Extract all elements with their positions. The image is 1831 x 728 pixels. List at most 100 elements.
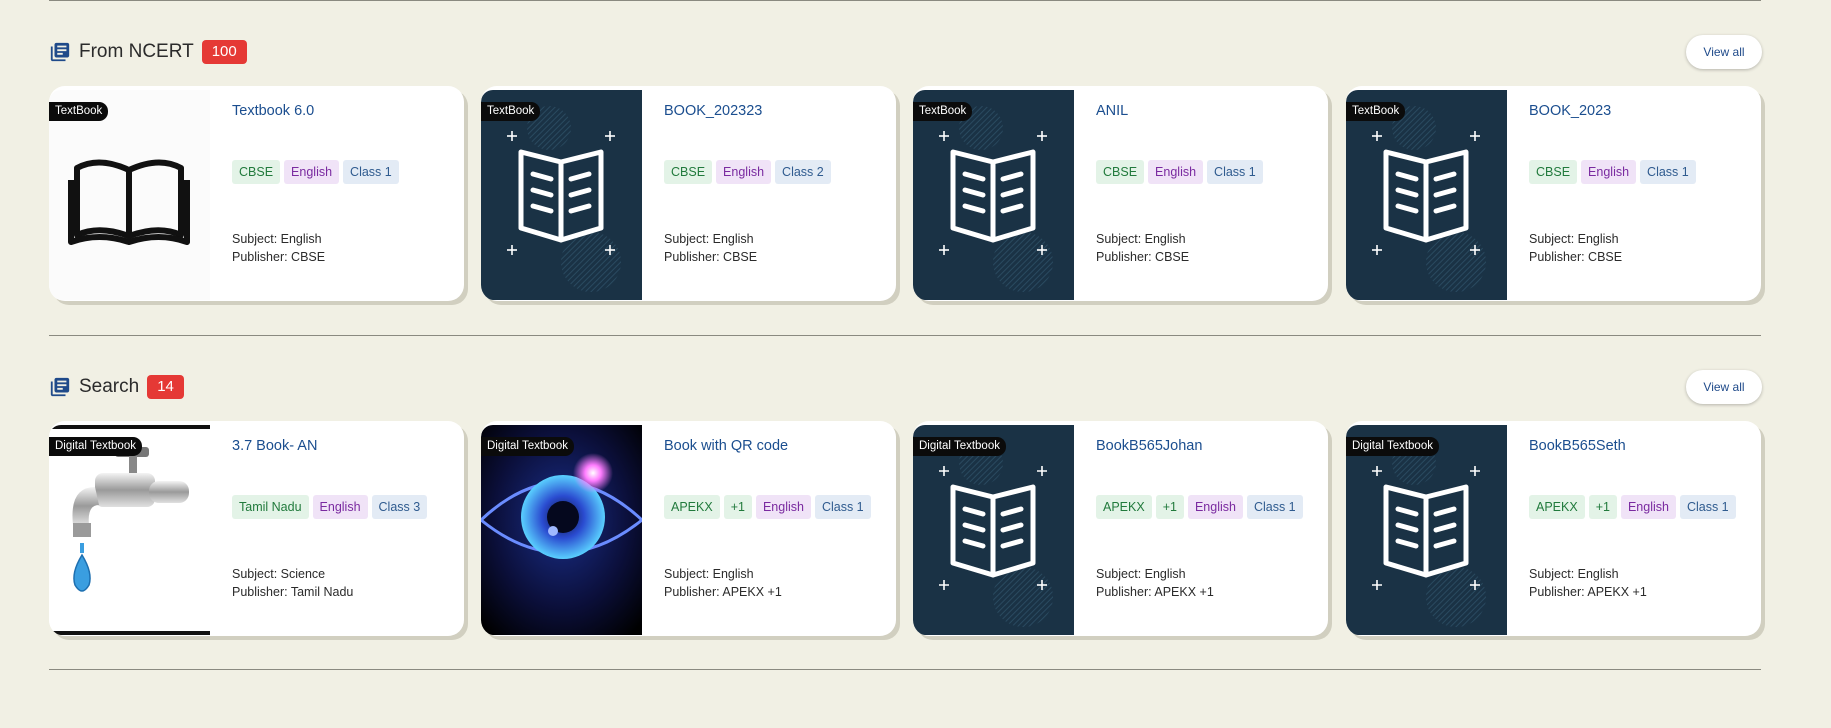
tag-chip: English <box>312 495 368 519</box>
book-title[interactable]: Textbook 6.0 <box>232 103 314 119</box>
tag-chip: Class 2 <box>775 160 831 184</box>
default-book-cover <box>1346 90 1507 300</box>
card-info: BOOK_2023 CBSE English Class 1 Subject: En… <box>1529 86 1751 301</box>
card-info: Book with QR code APEKX +1 English Class 1 … <box>664 421 886 636</box>
publisher-text: Publisher: APEKX +1 <box>1096 585 1214 599</box>
default-book-cover <box>481 90 642 300</box>
content-type-label: TextBook <box>913 102 973 121</box>
tag-chip: CBSE <box>1096 160 1145 184</box>
publisher-text: Publisher: Tamil Nadu <box>232 585 354 599</box>
card-info: Textbook 6.0 CBSE English Class 1 Subject:… <box>232 86 454 301</box>
book-card[interactable]: Digital Textbook BookB565Seth APEKX +1 Eng… <box>1346 421 1761 636</box>
tag-chip: APEKX <box>1096 495 1152 519</box>
book-card[interactable]: Digital Textbook 3.7 Book- AN Tamil Nadu… <box>49 421 464 636</box>
content-type-label: TextBook <box>49 102 109 121</box>
tag-chip: +1 <box>723 495 752 519</box>
subject-text: Subject: English <box>1529 232 1619 246</box>
section-header-search: Search 14 <box>49 370 184 404</box>
subject-text: Subject: Science <box>232 567 326 581</box>
content-type-label: TextBook <box>481 102 541 121</box>
book-card[interactable]: TextBook BOOK_202323 CBSE English Class 2 … <box>481 86 896 301</box>
tag-chip: CBSE <box>664 160 713 184</box>
tag-chip: English <box>755 495 811 519</box>
default-book-cover <box>913 90 1074 300</box>
library-books-icon <box>49 375 73 399</box>
default-book-cover <box>1346 425 1507 635</box>
tag-list: CBSE English Class 1 <box>1529 160 1696 184</box>
tag-list: Tamil Nadu English Class 3 <box>232 495 428 519</box>
tag-chip: English <box>1148 160 1204 184</box>
tag-list: APEKX +1 English Class 1 <box>1529 495 1736 519</box>
section-divider <box>49 0 1761 1</box>
book-card[interactable]: Digital Textbook BookB565Johan APEKX +1 En… <box>913 421 1328 636</box>
book-card[interactable]: Digital Textbook Book with QR code APEKX… <box>481 421 896 636</box>
open-book-photo <box>49 90 210 300</box>
tag-list: CBSE English Class 2 <box>664 160 831 184</box>
content-type-label: Digital Textbook <box>913 437 1006 456</box>
book-title[interactable]: Book with QR code <box>664 438 788 454</box>
book-title[interactable]: BOOK_2023 <box>1529 103 1611 119</box>
tag-chip: Class 3 <box>371 495 428 519</box>
tag-chip: Class 1 <box>814 495 871 519</box>
publisher-text: Publisher: APEKX +1 <box>664 585 782 599</box>
view-all-button[interactable]: View all <box>1686 35 1762 69</box>
card-info: BookB565Johan APEKX +1 English Class 1 Subj… <box>1096 421 1318 636</box>
publisher-text: Publisher: CBSE <box>664 250 758 264</box>
tag-chip: CBSE <box>232 160 281 184</box>
tag-chip: Class 1 <box>1207 160 1263 184</box>
publisher-text: Publisher: CBSE <box>1096 250 1190 264</box>
section-header-ncert: From NCERT 100 <box>49 35 247 69</box>
subject-text: Subject: English <box>1529 567 1619 581</box>
tag-chip: Class 1 <box>1679 495 1736 519</box>
subject-text: Subject: English <box>232 232 322 246</box>
count-badge: 100 <box>201 40 247 64</box>
tag-chip: APEKX <box>664 495 720 519</box>
content-type-label: TextBook <box>1346 102 1406 121</box>
book-card[interactable]: TextBook Textbook 6.0 CBSE English Class 1… <box>49 86 464 301</box>
section-title: Search <box>79 376 140 397</box>
content-type-label: Digital Textbook <box>481 437 574 456</box>
tag-chip: English <box>1620 495 1676 519</box>
tag-chip: Class 1 <box>1246 495 1303 519</box>
card-info: BOOK_202323 CBSE English Class 2 Subject: … <box>664 86 886 301</box>
publisher-text: Publisher: APEKX +1 <box>1529 585 1647 599</box>
tag-chip: Class 1 <box>343 160 399 184</box>
book-title[interactable]: 3.7 Book- AN <box>232 438 317 454</box>
book-title[interactable]: BOOK_202323 <box>664 103 762 119</box>
section-title: From NCERT <box>79 41 194 62</box>
tag-chip: +1 <box>1588 495 1617 519</box>
book-card[interactable]: TextBook BOOK_2023 CBSE English Class 1 Su… <box>1346 86 1761 301</box>
card-info: ANIL CBSE English Class 1 Subject: English… <box>1096 86 1318 301</box>
book-title[interactable]: BookB565Seth <box>1529 438 1626 454</box>
tag-chip: English <box>284 160 340 184</box>
view-all-button[interactable]: View all <box>1686 370 1762 404</box>
book-title[interactable]: ANIL <box>1096 103 1128 119</box>
content-type-label: Digital Textbook <box>1346 437 1439 456</box>
subject-text: Subject: English <box>664 567 754 581</box>
default-book-cover <box>913 425 1074 635</box>
subject-text: Subject: English <box>664 232 754 246</box>
tag-list: APEKX +1 English Class 1 <box>1096 495 1303 519</box>
subject-text: Subject: English <box>1096 567 1186 581</box>
tag-chip: APEKX <box>1529 495 1585 519</box>
publisher-text: Publisher: CBSE <box>232 250 326 264</box>
content-type-label: Digital Textbook <box>49 437 142 456</box>
book-title[interactable]: BookB565Johan <box>1096 438 1202 454</box>
tag-chip: Class 1 <box>1640 160 1696 184</box>
subject-text: Subject: English <box>1096 232 1186 246</box>
tag-chip: English <box>716 160 772 184</box>
water-tap-photo <box>49 425 210 635</box>
library-books-icon <box>49 40 73 64</box>
section-divider <box>49 669 1761 670</box>
tag-chip: English <box>1581 160 1637 184</box>
count-badge: 14 <box>147 375 184 399</box>
publisher-text: Publisher: CBSE <box>1529 250 1623 264</box>
tag-chip: CBSE <box>1529 160 1578 184</box>
tag-list: CBSE English Class 1 <box>1096 160 1263 184</box>
card-info: BookB565Seth APEKX +1 English Class 1 Subje… <box>1529 421 1751 636</box>
book-card[interactable]: TextBook ANIL CBSE English Class 1 Subject… <box>913 86 1328 301</box>
tag-chip: English <box>1187 495 1243 519</box>
card-info: 3.7 Book- AN Tamil Nadu English Class 3 Su… <box>232 421 454 636</box>
tag-list: APEKX +1 English Class 1 <box>664 495 871 519</box>
tag-chip: Tamil Nadu <box>232 495 309 519</box>
